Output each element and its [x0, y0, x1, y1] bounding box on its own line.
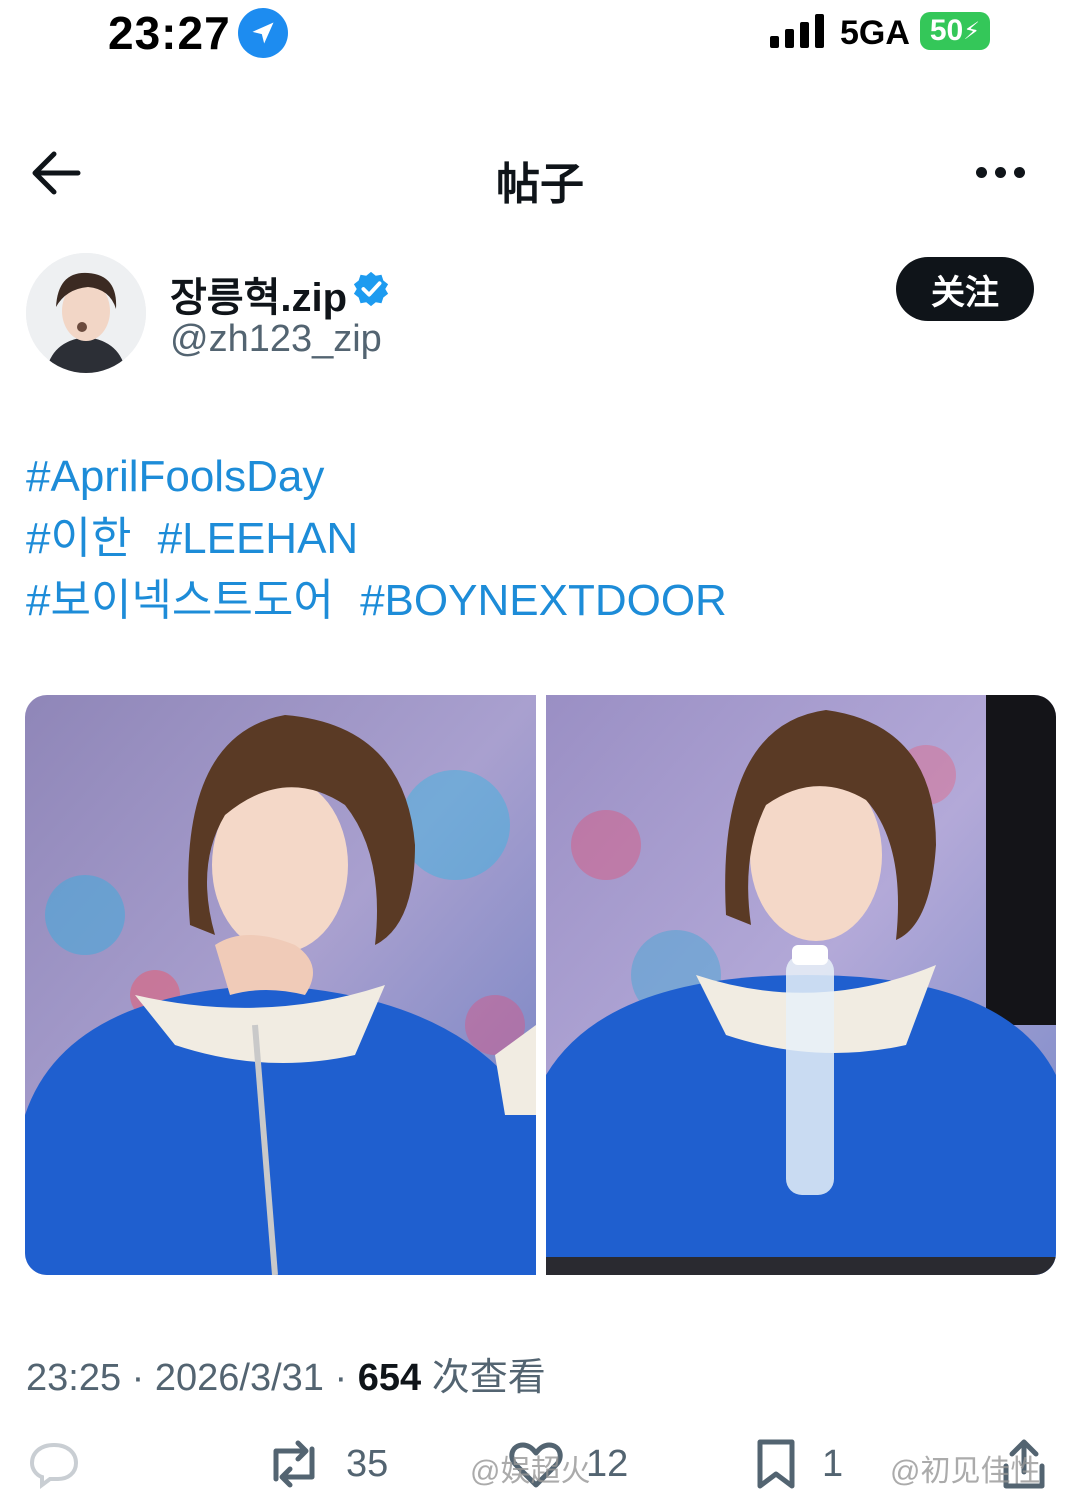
bookmark-icon — [757, 1439, 795, 1489]
bookmark-button[interactable]: 1 — [752, 1432, 843, 1496]
battery-indicator: 50 ⚡ — [920, 12, 990, 50]
network-label: 5GA — [840, 14, 910, 52]
view-count: 654 — [357, 1357, 422, 1399]
back-arrow-icon[interactable] — [28, 148, 84, 198]
hashtag-link[interactable]: #LEEHAN — [158, 514, 359, 563]
status-time: 23:27 — [108, 7, 231, 59]
repost-button[interactable]: 35 — [264, 1432, 388, 1496]
reply-icon — [29, 1442, 79, 1489]
bookmark-count: 1 — [822, 1442, 844, 1485]
watermark: @初见佳性 — [890, 1455, 1041, 1488]
more-options-icon[interactable] — [976, 160, 1032, 184]
display-name[interactable]: 장릉혁.zip — [170, 265, 347, 323]
battery-level: 50 — [929, 14, 964, 47]
page-title: 帖子 — [496, 160, 584, 209]
user-handle[interactable]: @zh123_zip — [170, 318, 382, 361]
view-label: 次查看 — [431, 1357, 546, 1399]
charging-bolt-icon: ⚡ — [963, 17, 981, 45]
repost-icon — [273, 1440, 315, 1488]
location-arrow-icon — [238, 8, 288, 58]
post-time: 23:25 — [26, 1357, 122, 1399]
post-date: 2026/3/31 — [154, 1357, 324, 1399]
post-text: #AprilFoolsDay #이한 #LEEHAN #보이넥스트도어 #BOY… — [26, 446, 741, 632]
hashtag-link[interactable]: #이한 — [26, 514, 131, 563]
hashtag-link[interactable]: #보이넥스트도어 — [26, 576, 334, 625]
signal-icon — [770, 14, 824, 48]
hashtag-link[interactable]: #AprilFoolsDay — [26, 452, 324, 501]
hashtag-line: #이한 #LEEHAN — [26, 508, 741, 570]
hashtag-link[interactable]: #BOYNEXTDOOR — [360, 576, 727, 625]
reply-button[interactable] — [28, 1432, 102, 1496]
post-meta: 23:25 · 2026/3/31 · 654 次查看 — [26, 1357, 546, 1399]
hashtag-line: #AprilFoolsDay — [26, 446, 741, 508]
avatar[interactable] — [26, 253, 146, 373]
watermark: @娱超火 — [470, 1455, 591, 1488]
repost-count: 35 — [346, 1442, 389, 1485]
hashtag-line: #보이넥스트도어 #BOYNEXTDOOR — [26, 570, 741, 632]
follow-button[interactable]: 关注 — [896, 257, 1034, 321]
like-count: 12 — [586, 1442, 629, 1485]
post-photo-1[interactable] — [25, 695, 536, 1275]
verified-badge-icon — [353, 271, 389, 307]
post-photo-2[interactable] — [546, 695, 1056, 1275]
